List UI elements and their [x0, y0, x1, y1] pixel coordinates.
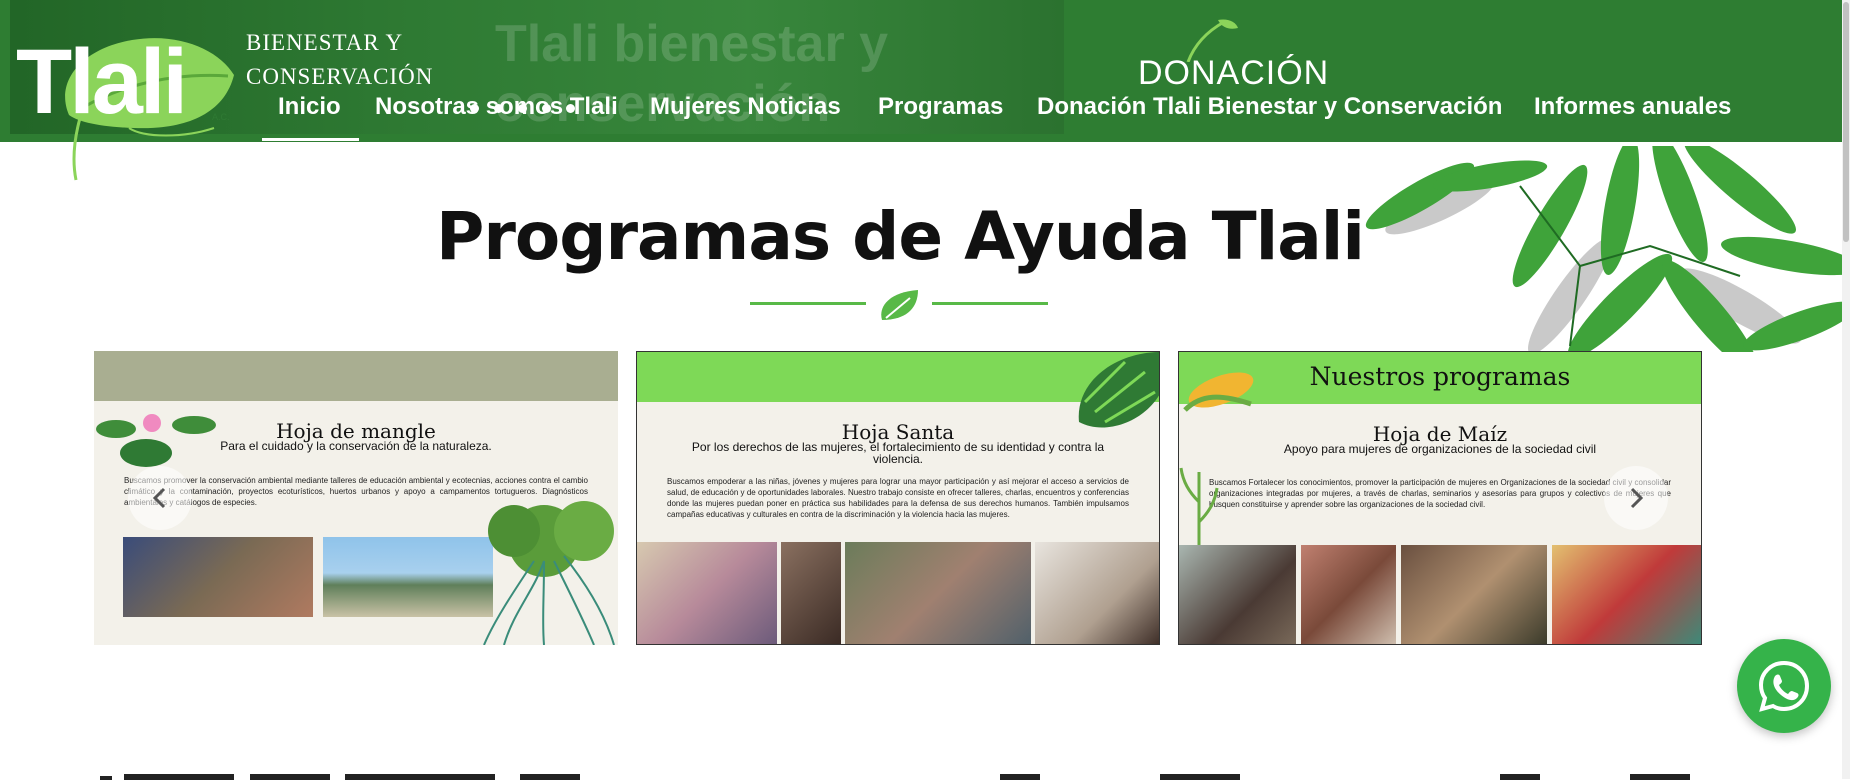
slider-dot[interactable] [566, 104, 575, 113]
nav-informes-anuales[interactable]: Informes anuales [1534, 88, 1731, 126]
brand-line-1: BIENESTAR Y [246, 30, 404, 55]
program-photo [1552, 545, 1701, 644]
program-photo [1301, 545, 1396, 644]
program-photo [123, 537, 313, 617]
mangrove-illustration [483, 501, 615, 645]
brand-line-2: CONSERVACIÓN [246, 64, 434, 89]
carousel-next-button[interactable] [1604, 466, 1668, 530]
slider-dot[interactable] [494, 104, 503, 113]
main-navigation: Inicio Nosotras somos Tlali Mujeres Noti… [0, 88, 1850, 138]
corn-icon [1183, 372, 1254, 412]
whatsapp-icon [1758, 660, 1810, 712]
card-body: Buscamos Fortalecer los conocimientos, p… [1209, 478, 1671, 509]
card-header-band [94, 351, 618, 401]
nav-donacion[interactable]: Donación Tlali Bienestar y Conservación [1037, 88, 1502, 126]
donation-banner[interactable]: DONACIÓN [1138, 18, 1338, 94]
slider-dot[interactable] [470, 104, 479, 113]
leaf-icon [881, 290, 918, 320]
card-subtitle: Apoyo para mujeres de organizaciones de … [1283, 442, 1597, 456]
program-card-hoja-santa[interactable]: Hoja Santa Por los derechos de las mujer… [636, 351, 1160, 645]
program-photo [781, 542, 841, 644]
program-photo [323, 537, 493, 617]
nav-active-indicator [262, 138, 359, 141]
card-subtitle: Por los derechos de las mujeres, el fort… [691, 440, 1105, 466]
program-photo [1035, 542, 1159, 644]
card-body: Buscamos empoderar a las niñas, jóvenes … [667, 477, 1129, 519]
program-photo [637, 542, 777, 644]
program-photo [845, 542, 1031, 644]
card-subtitle: Para el cuidado y la conservación de la … [220, 439, 492, 453]
chevron-right-icon [1630, 487, 1644, 509]
whatsapp-button[interactable] [1737, 639, 1831, 733]
program-photo [1179, 545, 1296, 644]
nav-programas[interactable]: Programas [878, 88, 1003, 126]
page-title: Programas de Ayuda Tlali [435, 198, 1365, 275]
slider-dot[interactable] [542, 104, 551, 113]
slider-dot[interactable] [518, 104, 527, 113]
chevron-left-icon [152, 487, 166, 509]
nav-mujeres-noticias[interactable]: Mujeres Noticias [650, 88, 841, 126]
corn-plant-icon [1179, 467, 1219, 552]
carousel-prev-button[interactable] [128, 466, 192, 530]
program-photo [1401, 545, 1547, 644]
nav-inicio[interactable]: Inicio [278, 88, 341, 126]
partially-visible-text [100, 774, 1690, 780]
title-divider [750, 290, 1048, 320]
